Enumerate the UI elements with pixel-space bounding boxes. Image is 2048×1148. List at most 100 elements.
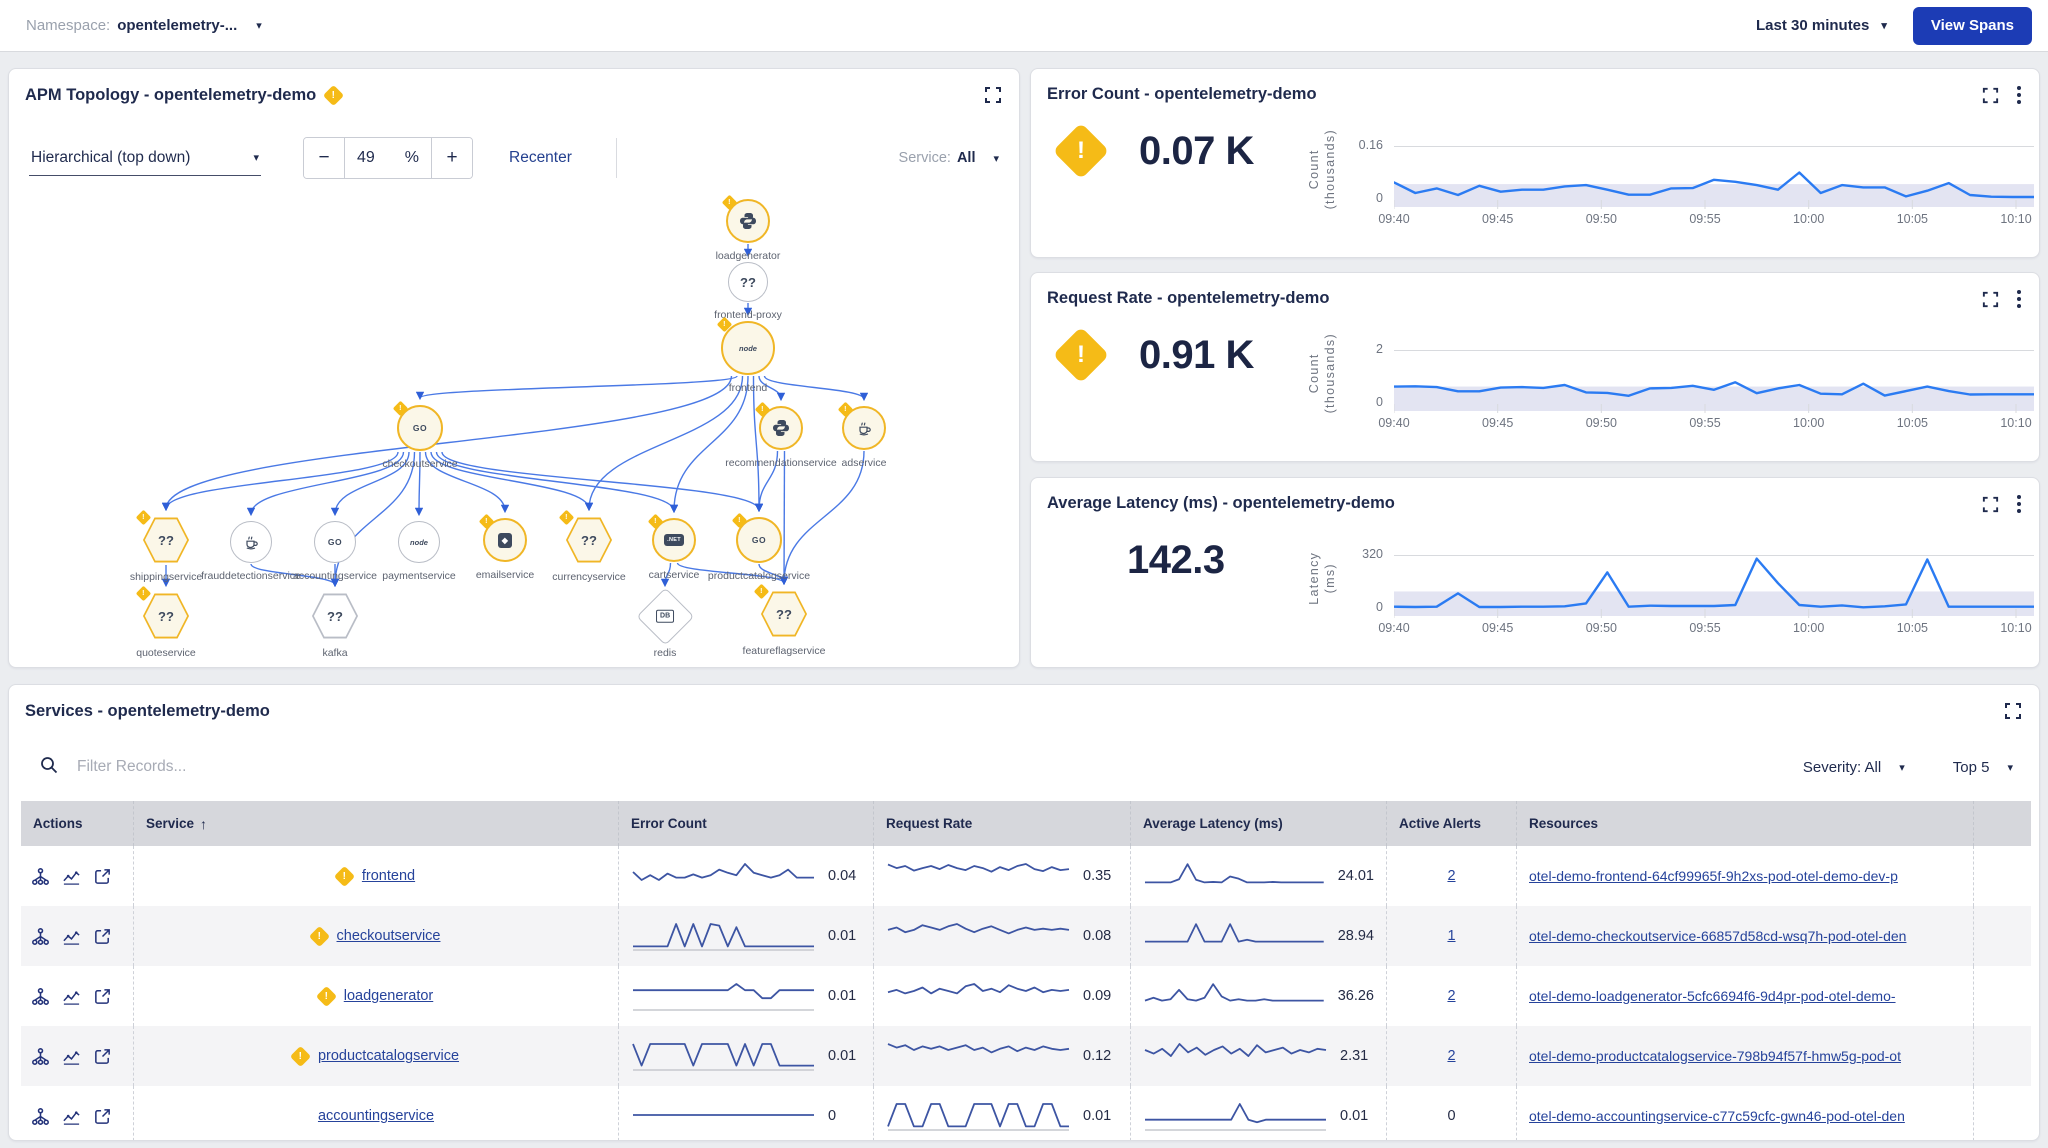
- service-node-featureflagservice[interactable]: ??!: [760, 590, 808, 638]
- service-node-frontend-proxy[interactable]: ??: [728, 262, 768, 302]
- kebab-menu-icon[interactable]: [2015, 288, 2023, 310]
- zoom-out-button[interactable]: −: [304, 138, 344, 178]
- column-header-resources[interactable]: Resources: [1517, 801, 1974, 846]
- service-node-recommendationservice[interactable]: !: [759, 406, 803, 450]
- severity-filter-dropdown[interactable]: Severity: All ▾: [1803, 759, 1905, 776]
- column-header-error-count[interactable]: Error Count: [619, 801, 874, 846]
- node-label-frontend: frontend: [729, 382, 768, 394]
- service-link-checkoutservice[interactable]: checkoutservice: [337, 928, 441, 944]
- request-value: 0.35: [1083, 868, 1111, 884]
- sparkline: [886, 858, 1071, 894]
- related-chart-icon[interactable]: [62, 1107, 81, 1126]
- resource-link[interactable]: otel-demo-loadgenerator-5cfc6694f6-9d4pr…: [1529, 988, 1896, 1004]
- expand-icon[interactable]: [983, 85, 1003, 105]
- topology-map-icon[interactable]: [31, 927, 50, 946]
- service-node-paymentservice[interactable]: node: [398, 521, 440, 563]
- recenter-button[interactable]: Recenter: [509, 149, 572, 167]
- service-node-shippingservice[interactable]: ??!: [142, 516, 190, 564]
- related-chart-icon[interactable]: [62, 987, 81, 1006]
- top-n-dropdown[interactable]: Top 5 ▾: [1953, 759, 2013, 776]
- service-node-accountingservice[interactable]: GO: [314, 521, 356, 563]
- error-value: 0.01: [828, 928, 856, 944]
- resources-cell: otel-demo-accountingservice-c77c59cfc-gw…: [1517, 1086, 1974, 1141]
- sparkline: [1143, 918, 1326, 954]
- active-alerts-link[interactable]: 2: [1447, 1048, 1455, 1064]
- average-latency-panel: Average Latency (ms) - opentelemetry-dem…: [1030, 477, 2040, 668]
- resource-link[interactable]: otel-demo-accountingservice-c77c59cfc-gw…: [1529, 1108, 1905, 1124]
- service-node-frontend[interactable]: node!: [721, 321, 775, 375]
- chevron-down-icon: ▾: [1881, 19, 1887, 32]
- sparkline: [1143, 978, 1326, 1014]
- edge-checkoutservice-to-frauddetectionservice: [251, 452, 404, 514]
- table-header: Actions Service↑ Error Count Request Rat…: [21, 801, 2031, 846]
- service-link-loadgenerator[interactable]: loadgenerator: [344, 988, 434, 1004]
- resource-link[interactable]: otel-demo-productcatalogservice-798b94f5…: [1529, 1048, 1901, 1064]
- resource-link[interactable]: otel-demo-checkoutservice-66857d58cd-wsq…: [1529, 928, 1906, 944]
- topology-map-icon[interactable]: [31, 1047, 50, 1066]
- edge-recommendationservice-to-featureflagservice: [784, 451, 785, 583]
- resource-link[interactable]: otel-demo-frontend-64cf99965f-9h2xs-pod-…: [1529, 868, 1898, 884]
- node-label-productcatalogservice: productcatalogservice: [708, 570, 810, 582]
- open-in-new-icon[interactable]: [93, 927, 112, 946]
- zoom-unit: %: [405, 149, 419, 167]
- column-header-service[interactable]: Service↑: [134, 801, 619, 846]
- topology-map-icon[interactable]: [31, 987, 50, 1006]
- expand-icon[interactable]: [1981, 495, 2000, 514]
- topology-map-icon[interactable]: [31, 867, 50, 886]
- expand-icon[interactable]: [2003, 701, 2023, 721]
- related-chart-icon[interactable]: [62, 1047, 81, 1066]
- active-alerts-cell: 2: [1387, 846, 1517, 906]
- active-alerts-link[interactable]: 1: [1447, 928, 1455, 944]
- service-node-quoteservice[interactable]: ??!: [142, 592, 190, 640]
- service-node-checkoutservice[interactable]: GO!: [397, 405, 443, 451]
- layout-dropdown[interactable]: Hierarchical (top down) ▾: [29, 141, 261, 176]
- related-chart-icon[interactable]: [62, 927, 81, 946]
- service-node-emailservice[interactable]: ◆!: [483, 518, 527, 562]
- sparkline: [631, 1038, 816, 1074]
- active-alerts-link[interactable]: 2: [1447, 988, 1455, 1004]
- related-chart-icon[interactable]: [62, 867, 81, 886]
- topology-map-icon[interactable]: [31, 1107, 50, 1126]
- error-count-chart: [1394, 146, 2034, 212]
- service-node-kafka[interactable]: ??: [311, 592, 359, 640]
- service-link-frontend[interactable]: frontend: [362, 868, 415, 884]
- x-tick-label: 10:05: [1888, 416, 1936, 430]
- topology-graph[interactable]: !loadgenerator??frontend-proxynode!front…: [9, 181, 1019, 667]
- service-filter-dropdown[interactable]: Service: All ▾: [899, 150, 999, 166]
- column-header-actions[interactable]: Actions: [21, 801, 134, 846]
- expand-icon[interactable]: [1981, 86, 2000, 105]
- expand-icon[interactable]: [1981, 290, 2000, 309]
- zoom-in-button[interactable]: +: [432, 138, 472, 178]
- column-header-average-latency[interactable]: Average Latency (ms): [1131, 801, 1387, 846]
- service-node-currencyservice[interactable]: ??!: [565, 516, 613, 564]
- unknown-icon: ??: [740, 275, 756, 290]
- namespace-dropdown[interactable]: Namespace: opentelemetry-... ▾: [26, 17, 262, 34]
- node-label-loadgenerator: loadgenerator: [716, 250, 781, 262]
- service-node-loadgenerator[interactable]: !: [726, 199, 770, 243]
- service-node-adservice[interactable]: !: [842, 406, 886, 450]
- y-axis-label: Count(thousands): [1306, 114, 1339, 224]
- view-spans-button[interactable]: View Spans: [1913, 7, 2032, 45]
- open-in-new-icon[interactable]: [93, 987, 112, 1006]
- column-header-request-rate[interactable]: Request Rate: [874, 801, 1131, 846]
- column-header-active-alerts[interactable]: Active Alerts: [1387, 801, 1517, 846]
- service-link-accountingservice[interactable]: accountingservice: [318, 1108, 434, 1124]
- active-alerts-link[interactable]: 2: [1447, 868, 1455, 884]
- service-link-productcatalogservice[interactable]: productcatalogservice: [318, 1048, 459, 1064]
- open-in-new-icon[interactable]: [93, 1107, 112, 1126]
- service-node-cartservice[interactable]: .NET!: [652, 518, 696, 562]
- layout-dropdown-value: Hierarchical (top down): [31, 149, 190, 167]
- open-in-new-icon[interactable]: [93, 1047, 112, 1066]
- time-range-dropdown[interactable]: Last 30 minutes ▾: [1756, 17, 1887, 34]
- actions-cell: [21, 1026, 134, 1086]
- service-cell: !productcatalogservice: [134, 1026, 619, 1086]
- node-label-checkoutservice: checkoutservice: [382, 458, 457, 470]
- unknown-icon: ??: [158, 533, 174, 548]
- kebab-menu-icon[interactable]: [2015, 84, 2023, 106]
- open-in-new-icon[interactable]: [93, 867, 112, 886]
- service-node-frauddetectionservice[interactable]: [230, 521, 272, 563]
- filter-records-input[interactable]: [77, 758, 1785, 776]
- service-node-productcatalogservice[interactable]: GO!: [736, 517, 782, 563]
- x-tick-label: 09:55: [1681, 212, 1729, 226]
- kebab-menu-icon[interactable]: [2015, 493, 2023, 515]
